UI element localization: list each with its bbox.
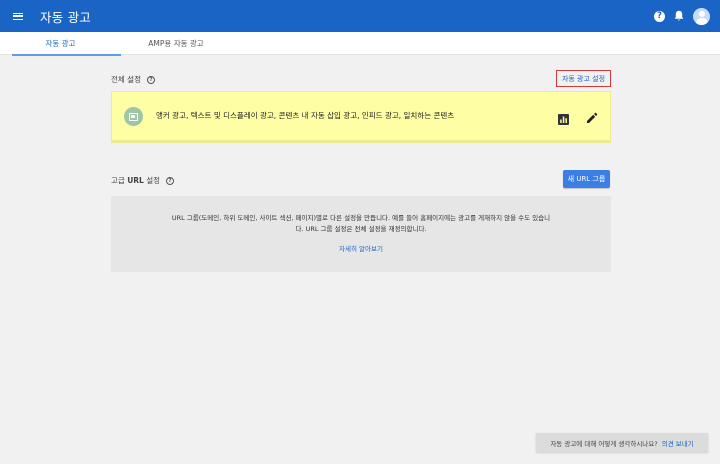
auto-ads-settings-link[interactable]: 자동 광고 설정 [556,70,611,87]
feedback-bar: 자동 광고에 대해 어떻게 생각하시나요? 의견 보내기 [536,433,708,452]
ad-format-icon [124,107,143,126]
help-circle-icon[interactable]: ? [166,176,175,185]
advanced-url-settings-title: 고급 URL 설정 [111,175,160,186]
help-icon[interactable]: ? [654,10,665,22]
description-line: 다. URL 그룹 설정은 전체 설정을 재정의합니다. [295,225,427,233]
tab-amp-auto-ads[interactable]: AMP용 자동 광고 [121,32,231,55]
title-prefix: 고급 [111,176,128,185]
description-line: URL 그룹(도메인, 하위 도메인, 사이트 섹션, 페이지)별로 다른 설정… [171,214,551,222]
title-suffix: 설정 [143,176,161,185]
avatar[interactable] [693,7,710,25]
new-url-group-button[interactable]: 새 URL 그룹 [563,170,610,188]
global-settings-title: 전체 설정 [111,75,141,84]
bell-icon[interactable] [673,10,685,22]
send-feedback-link[interactable]: 의견 보내기 [662,438,694,448]
top-app-bar: 자동 광고 ? [0,0,720,32]
url-groups-description: URL 그룹(도메인, 하위 도메인, 사이트 섹션, 페이지)별로 다른 설정… [111,213,611,235]
title-bold: URL [127,176,144,185]
bar-chart-icon[interactable] [558,110,569,125]
learn-more-link[interactable]: 자세히 알아보기 [111,243,611,253]
feedback-question: 자동 광고에 대해 어떻게 생각하시나요? [550,439,658,448]
advanced-url-settings-header: 고급 URL 설정 ? [111,175,175,186]
help-circle-icon[interactable]: ? [146,75,155,84]
app-title: 자동 광고 [40,9,91,25]
menu-icon[interactable] [2,0,34,32]
tab-bar: 자동 광고 AMP용 자동 광고 [0,32,720,56]
edit-pencil-icon[interactable] [586,109,598,123]
tab-auto-ads[interactable]: 자동 광고 [0,32,121,56]
appbar-actions: ? [654,7,710,25]
ad-formats-summary: 앵커 광고, 텍스트 및 디스플레이 광고, 콘텐츠 내 자동 삽입 광고, 인… [156,111,455,120]
global-settings-card: 앵커 광고, 텍스트 및 디스플레이 광고, 콘텐츠 내 자동 삽입 광고, 인… [111,91,611,141]
global-settings-header: 전체 설정 ? [111,74,155,85]
url-groups-info-card: URL 그룹(도메인, 하위 도메인, 사이트 섹션, 페이지)별로 다른 설정… [111,196,611,272]
